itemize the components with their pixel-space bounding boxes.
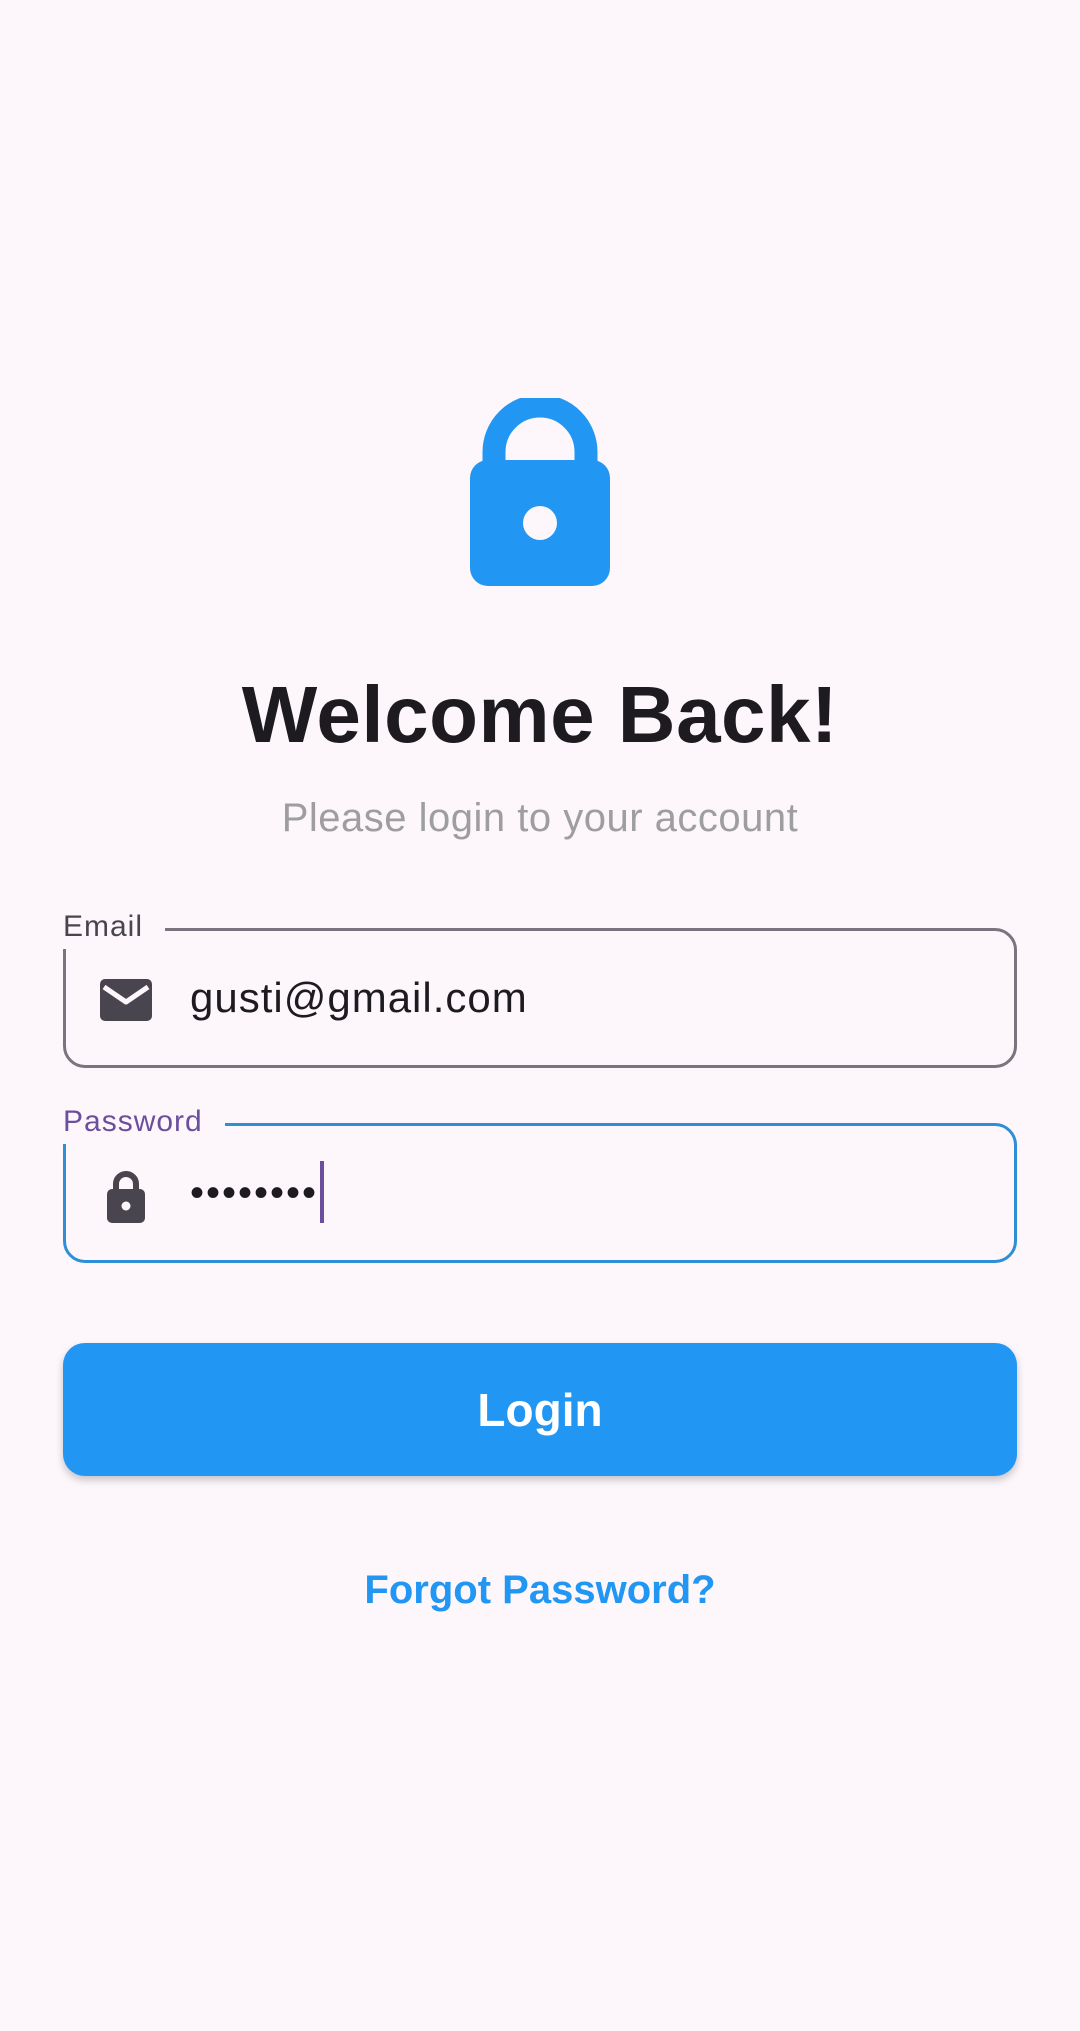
email-label: Email bbox=[63, 905, 166, 949]
text-caret bbox=[320, 1161, 325, 1224]
lock-icon bbox=[107, 1171, 145, 1223]
page-title: Welcome Back! bbox=[241, 670, 839, 759]
page-subtitle: Please login to your account bbox=[281, 796, 799, 840]
forgot-password-link[interactable]: Forgot Password? bbox=[0, 1560, 1080, 1620]
password-field[interactable]: Password •••••••• bbox=[63, 1100, 1017, 1263]
email-value: gusti@gmail.com bbox=[190, 974, 528, 1021]
login-button[interactable]: Login bbox=[63, 1343, 1017, 1476]
email-icon bbox=[100, 979, 152, 1021]
email-field[interactable]: Email gusti@gmail.com bbox=[63, 905, 1017, 1068]
password-value: •••••••• bbox=[190, 1126, 325, 1260]
lock-icon bbox=[470, 398, 610, 586]
password-dots: •••••••• bbox=[190, 1171, 319, 1215]
